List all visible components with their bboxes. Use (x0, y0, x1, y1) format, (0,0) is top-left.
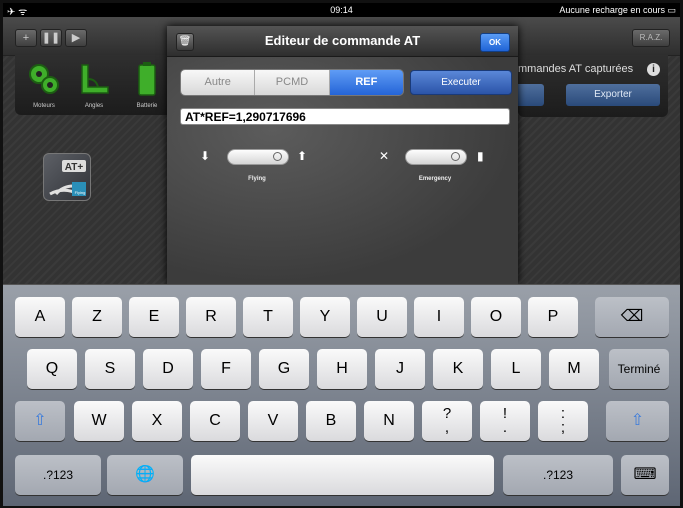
wifi-at-icon: AT+ Flying (49, 160, 86, 196)
hide-keyboard-key[interactable]: ⌨ (621, 455, 669, 495)
punct-key[interactable]: : ; (538, 401, 588, 441)
sensor-motors[interactable]: Moteurs (21, 59, 67, 111)
done-key[interactable]: Terminé (609, 349, 669, 389)
switch-knob (451, 152, 460, 161)
backspace-icon: ⌫ (620, 308, 644, 325)
key[interactable]: P (528, 297, 578, 337)
captured-commands-panel: mmandes AT capturées i Exporter (518, 55, 668, 117)
play-button[interactable]: ▶ (65, 29, 87, 47)
key[interactable]: O (471, 297, 521, 337)
key-top-char: : (560, 405, 566, 422)
key[interactable]: J (375, 349, 425, 389)
sensor-angles[interactable]: Angles (71, 59, 117, 111)
at-app-icon[interactable]: AT+ Flying (43, 153, 91, 201)
flying-label: Flying (248, 176, 266, 182)
command-type-segmented: Autre PCMD REF (180, 69, 404, 96)
reset-button[interactable]: R.A.Z. (632, 29, 670, 47)
shift-key-left[interactable]: ⇧ (15, 401, 65, 441)
export-button[interactable]: Exporter (566, 84, 660, 106)
add-button[interactable]: + (15, 29, 37, 47)
segment-ref[interactable]: REF (329, 70, 403, 95)
sensor-label: Moteurs (33, 103, 55, 109)
gears-icon (29, 64, 59, 94)
key[interactable]: N (364, 401, 414, 441)
battery-text: Aucune recharge en cours (559, 5, 665, 15)
key[interactable]: R (186, 297, 236, 337)
segment-pcmd[interactable]: PCMD (255, 70, 330, 95)
key[interactable]: U (357, 297, 407, 337)
backspace-key[interactable]: ⌫ (595, 297, 669, 337)
flying-drone-icon: ⬆ (297, 149, 308, 163)
key[interactable]: Z (72, 297, 122, 337)
key[interactable]: G (259, 349, 309, 389)
battery-level-icon (138, 62, 156, 96)
globe-key[interactable]: 🌐 (107, 455, 183, 495)
at-command-editor: 🗑 Editeur de commande AT OK Autre PCMD R… (167, 26, 518, 284)
shift-icon: ⇧ (33, 412, 47, 429)
key[interactable]: X (132, 401, 182, 441)
shift-icon: ⇧ (630, 412, 645, 429)
key-top-char: ! (502, 405, 508, 422)
pause-button[interactable]: ❚❚ (40, 29, 62, 47)
key[interactable]: H (317, 349, 367, 389)
flying-switch[interactable] (227, 149, 289, 165)
globe-icon: 🌐 (135, 466, 155, 483)
at-icon-label: AT+ (65, 162, 84, 173)
key-top-char: ? (442, 405, 452, 422)
punct-key[interactable]: ! . (480, 401, 530, 441)
sensor-label: Batterie (136, 103, 158, 109)
key[interactable]: F (201, 349, 251, 389)
key[interactable]: K (433, 349, 483, 389)
key[interactable]: V (248, 401, 298, 441)
key[interactable]: M (549, 349, 599, 389)
battery-status: Aucune recharge en cours ▭ (559, 5, 676, 16)
key-bottom-char: ; (560, 419, 566, 436)
info-icon[interactable]: i (647, 63, 660, 76)
key[interactable]: E (129, 297, 179, 337)
execute-button[interactable]: Executer (410, 70, 512, 95)
sensor-label: Angles (84, 103, 104, 109)
key[interactable]: Q (27, 349, 77, 389)
key[interactable]: S (85, 349, 135, 389)
keyboard-hide-icon: ⌨ (633, 466, 657, 483)
key[interactable]: L (491, 349, 541, 389)
virtual-keyboard: A Z E R T Y U I O P ⌫ Q S D F G H J K L … (3, 284, 680, 506)
status-bar: ✈ ᯤ 09:14 Aucune recharge en cours ▭ (3, 3, 680, 18)
modal-header: 🗑 Editeur de commande AT OK (167, 26, 518, 57)
numbers-key-left[interactable]: .?123 (15, 455, 101, 495)
battery-icon: ▭ (667, 5, 676, 15)
modal-title: Editeur de commande AT (264, 33, 421, 48)
key[interactable]: I (414, 297, 464, 337)
emergency-icon: ✕ (379, 149, 390, 163)
key[interactable]: B (306, 401, 356, 441)
emergency-switch[interactable] (405, 149, 467, 165)
reset-drone-icon: ▮ (477, 149, 484, 163)
space-key[interactable] (191, 455, 494, 495)
sensor-panel: Moteurs Angles Batterie (15, 55, 173, 115)
at-icon-sub: Flying (75, 190, 86, 195)
segment-autre[interactable]: Autre (181, 70, 256, 95)
key-bottom-char: . (502, 419, 508, 436)
captured-title: mmandes AT capturées (518, 63, 634, 75)
key[interactable]: W (74, 401, 124, 441)
punct-key[interactable]: ? , (422, 401, 472, 441)
command-field[interactable]: AT*REF=1,290717696 (180, 108, 510, 125)
key[interactable]: D (143, 349, 193, 389)
switch-knob (273, 152, 282, 161)
landed-drone-icon: ⬇ (200, 149, 211, 163)
key[interactable]: Y (300, 297, 350, 337)
numbers-key-right[interactable]: .?123 (503, 455, 613, 495)
key-bottom-char: , (444, 419, 450, 436)
shift-key-right[interactable]: ⇧ (606, 401, 669, 441)
sensor-battery[interactable]: Batterie (121, 59, 173, 111)
key[interactable]: A (15, 297, 65, 337)
list-button[interactable] (518, 84, 544, 106)
ok-button[interactable]: OK (480, 33, 510, 52)
angle-icon (81, 64, 109, 94)
emergency-label: Emergency (418, 176, 452, 182)
key[interactable]: C (190, 401, 240, 441)
key[interactable]: T (243, 297, 293, 337)
